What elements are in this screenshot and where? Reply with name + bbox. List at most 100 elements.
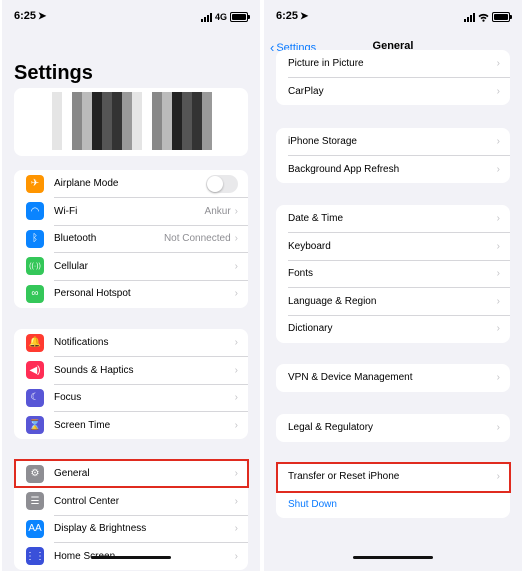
settings-row-bluetooth[interactable]: ᛒ Bluetooth Not Connected › (14, 225, 248, 253)
location-arrow-icon: ➤ (300, 11, 309, 22)
airplane-mode-toggle[interactable] (206, 174, 238, 193)
status-indicators: 4G (200, 12, 250, 22)
shut-down-button[interactable]: Shut Down (276, 491, 510, 519)
general-row-language-and-region[interactable]: Language & Region › (276, 288, 510, 316)
chevron-right-icon: › (234, 550, 238, 562)
general-row-background-app-refresh[interactable]: Background App Refresh › (276, 156, 510, 184)
home-indicator (91, 556, 171, 559)
chevron-right-icon: › (496, 240, 500, 252)
chevron-right-icon: › (496, 295, 500, 307)
general-screen: 6:25 ➤ ‹ Settings General Picture in Pictu… (264, 0, 522, 571)
status-indicators (464, 12, 512, 22)
row-label: Picture in Picture (288, 58, 364, 70)
row-label: Legal & Regulatory (288, 422, 374, 434)
row-label: Background App Refresh (288, 163, 400, 175)
battery-icon (230, 12, 250, 22)
row-label: iPhone Storage (288, 136, 357, 148)
settings-row-wi-fi[interactable]: ◠ Wi-Fi Ankur › (14, 198, 248, 226)
general-row-carplay[interactable]: CarPlay › (276, 78, 510, 106)
chevron-right-icon: › (496, 422, 500, 434)
notifications-icon: 🔔 (26, 333, 44, 352)
settings-row-screen-time[interactable]: ⌛ Screen Time › (14, 412, 248, 440)
settings-row-cellular[interactable]: ((·)) Cellular › (14, 253, 248, 281)
date-keyboard-group: Date & Time › Keyboard › Fonts › Language & Re… (276, 205, 510, 343)
battery-icon (492, 12, 512, 22)
bluetooth-icon: ᛒ (26, 229, 44, 248)
chevron-right-icon: › (234, 419, 238, 431)
blurred-profile-image (52, 92, 212, 150)
page-title: Settings (14, 62, 93, 84)
general-row-keyboard[interactable]: Keyboard › (276, 233, 510, 261)
status-bar: 6:25 ➤ (264, 0, 522, 36)
control-center-icon: ☰ (26, 492, 44, 511)
row-label: Sounds & Haptics (54, 364, 134, 376)
notifications-group: 🔔 Notifications › ◀) Sounds & Haptics › ☾ Focus… (14, 329, 248, 439)
chevron-right-icon: › (496, 136, 500, 148)
row-label: Date & Time (288, 213, 344, 225)
signal-bars-icon (200, 12, 212, 22)
chevron-right-icon: › (234, 523, 238, 535)
chevron-right-icon: › (234, 337, 238, 349)
display-icon: AA (26, 519, 44, 538)
chevron-right-icon: › (496, 163, 500, 175)
transfer-reset-highlight-box (276, 462, 511, 493)
signal-bars-icon (464, 12, 475, 22)
focus-icon: ☾ (26, 388, 44, 407)
hotspot-icon: ∞ (26, 284, 44, 303)
chevron-right-icon: › (496, 58, 500, 70)
general-row-picture-in-picture[interactable]: Picture in Picture › (276, 50, 510, 78)
row-label: CarPlay (288, 85, 324, 97)
home-screen-icon: ⋮⋮ (25, 547, 45, 566)
general-row-vpn-and-device-management[interactable]: VPN & Device Management › (276, 364, 510, 392)
row-label: Airplane Mode (54, 178, 119, 190)
status-time: 6:25 ➤ (14, 10, 47, 22)
row-label: Dictionary (288, 323, 333, 335)
row-value: Not Connected (163, 233, 231, 245)
settings-row-airplane-mode[interactable]: ✈ Airplane Mode (14, 170, 248, 198)
settings-row-sounds-and-haptics[interactable]: ◀) Sounds & Haptics › (14, 357, 248, 385)
settings-row-focus[interactable]: ☾ Focus › (14, 384, 248, 412)
general-row-iphone-storage[interactable]: iPhone Storage › (276, 128, 510, 156)
chevron-right-icon: › (496, 268, 500, 280)
settings-row-display-and-brightness[interactable]: AA Display & Brightness › (14, 515, 248, 543)
home-indicator (353, 556, 433, 559)
row-label: Language & Region (288, 295, 377, 307)
chevron-right-icon: › (234, 288, 238, 300)
general-row-fonts[interactable]: Fonts › (276, 260, 510, 288)
chevron-right-icon: › (496, 323, 500, 335)
apple-id-card[interactable] (14, 88, 248, 156)
network-type: 4G (214, 12, 227, 22)
chevron-right-icon: › (234, 205, 238, 217)
general-row-legal-and-regulatory[interactable]: Legal & Regulatory › (276, 414, 510, 442)
general-row-dictionary[interactable]: Dictionary › (276, 315, 510, 343)
row-value: Ankur (204, 205, 231, 217)
row-label: Notifications (54, 337, 109, 349)
status-bar: 6:25 ➤ 4G (2, 0, 260, 36)
sounds-icon: ◀) (26, 361, 44, 380)
row-label: Display & Brightness (54, 523, 147, 535)
media-group: Picture in Picture › CarPlay › (276, 50, 510, 105)
vpn-group: VPN & Device Management › (276, 364, 510, 392)
airplane-icon: ✈ (26, 174, 44, 193)
status-time: 6:25 ➤ (276, 10, 309, 22)
general-row-date-and-time[interactable]: Date & Time › (276, 205, 510, 233)
connectivity-group: ✈ Airplane Mode ◠ Wi-Fi Ankur › ᛒ Bluetooth Not … (14, 170, 248, 308)
screen-time-icon: ⌛ (26, 416, 44, 435)
row-label: Focus (54, 392, 82, 404)
location-arrow-icon: ➤ (38, 11, 47, 22)
row-label: Personal Hotspot (54, 288, 131, 300)
general-highlight-box (14, 459, 249, 488)
chevron-right-icon: › (496, 85, 500, 97)
chevron-right-icon: › (234, 260, 238, 272)
settings-screen: 6:25 ➤ 4G Settings ✈ Airplane Mode ◠ Wi-Fi An… (2, 0, 260, 571)
row-label: Bluetooth (54, 233, 97, 245)
wifi-icon: ◠ (26, 202, 44, 221)
settings-row-personal-hotspot[interactable]: ∞ Personal Hotspot › (14, 280, 248, 308)
chevron-right-icon: › (234, 392, 238, 404)
settings-row-control-center[interactable]: ☰ Control Center › (14, 488, 248, 516)
row-label: Keyboard (288, 240, 331, 252)
row-label: Wi-Fi (54, 205, 78, 217)
settings-row-notifications[interactable]: 🔔 Notifications › (14, 329, 248, 357)
chevron-right-icon: › (234, 364, 238, 376)
wifi-status-icon (478, 13, 489, 22)
